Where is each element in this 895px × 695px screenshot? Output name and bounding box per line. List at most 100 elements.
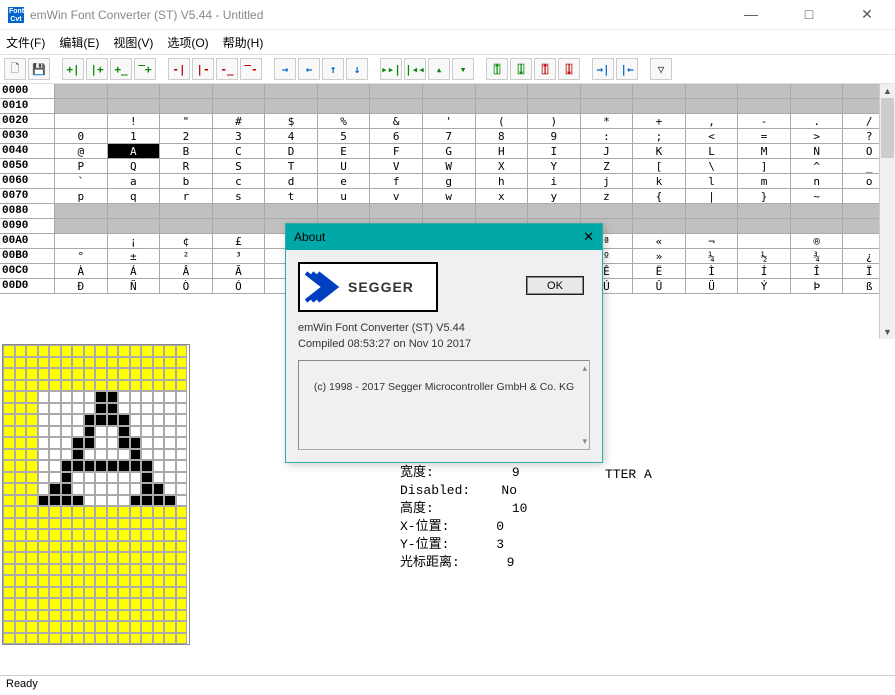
pixel[interactable] xyxy=(153,437,165,449)
pixel[interactable] xyxy=(153,368,165,380)
char-cell[interactable] xyxy=(528,99,581,113)
glyph-editor[interactable] xyxy=(2,344,190,644)
char-cell[interactable] xyxy=(633,84,686,98)
pixel[interactable] xyxy=(164,483,176,495)
delete-right-button[interactable]: |- xyxy=(192,58,214,80)
pixel[interactable] xyxy=(95,345,107,357)
char-cell[interactable] xyxy=(318,84,371,98)
pixel[interactable] xyxy=(26,541,38,553)
pixel[interactable] xyxy=(26,529,38,541)
pixel[interactable] xyxy=(118,403,130,415)
char-cell[interactable]: w xyxy=(423,189,476,203)
char-cell[interactable] xyxy=(791,99,844,113)
pixel[interactable] xyxy=(61,621,73,633)
char-cell[interactable]: X xyxy=(476,159,529,173)
pixel[interactable] xyxy=(118,552,130,564)
char-cell[interactable]: ° xyxy=(55,249,108,263)
char-cell[interactable] xyxy=(738,219,791,233)
pixel[interactable] xyxy=(3,633,15,645)
char-cell[interactable]: h xyxy=(476,174,529,188)
pixel[interactable] xyxy=(26,587,38,599)
pixel[interactable] xyxy=(26,506,38,518)
pixel[interactable] xyxy=(176,449,188,461)
save-button[interactable]: 💾 xyxy=(28,58,50,80)
pixel[interactable] xyxy=(72,449,84,461)
pixel[interactable] xyxy=(49,437,61,449)
pixel[interactable] xyxy=(38,380,50,392)
char-cell[interactable] xyxy=(791,219,844,233)
pixel[interactable] xyxy=(26,426,38,438)
char-cell[interactable]: 4 xyxy=(265,129,318,143)
pixel[interactable] xyxy=(15,564,27,576)
char-cell[interactable]: d xyxy=(265,174,318,188)
pixel[interactable] xyxy=(15,414,27,426)
pixel[interactable] xyxy=(153,552,165,564)
pixel[interactable] xyxy=(26,437,38,449)
pixel[interactable] xyxy=(49,506,61,518)
char-cell[interactable]: P xyxy=(55,159,108,173)
char-cell[interactable]: 3 xyxy=(213,129,266,143)
pixel[interactable] xyxy=(118,518,130,530)
pixel[interactable] xyxy=(176,437,188,449)
char-cell[interactable]: Ý xyxy=(738,279,791,293)
pixel[interactable] xyxy=(141,575,153,587)
pixel[interactable] xyxy=(49,345,61,357)
pixel[interactable] xyxy=(164,506,176,518)
pixel[interactable] xyxy=(49,633,61,645)
pixel[interactable] xyxy=(153,598,165,610)
char-cell[interactable]: % xyxy=(318,114,371,128)
pixel[interactable] xyxy=(95,529,107,541)
pixel[interactable] xyxy=(72,403,84,415)
pixel[interactable] xyxy=(95,368,107,380)
pixel[interactable] xyxy=(38,483,50,495)
pixel[interactable] xyxy=(95,483,107,495)
pixel[interactable] xyxy=(118,564,130,576)
pixel[interactable] xyxy=(141,483,153,495)
baseline-up-button[interactable]: ⍐ xyxy=(486,58,508,80)
char-cell[interactable]: ^ xyxy=(791,159,844,173)
pixel[interactable] xyxy=(61,391,73,403)
pixel[interactable] xyxy=(3,345,15,357)
char-cell[interactable]: E xyxy=(318,144,371,158)
char-cell[interactable] xyxy=(423,204,476,218)
char-cell[interactable]: ¾ xyxy=(791,249,844,263)
char-cell[interactable] xyxy=(738,99,791,113)
char-cell[interactable] xyxy=(791,204,844,218)
pixel[interactable] xyxy=(38,368,50,380)
pixel[interactable] xyxy=(176,587,188,599)
char-cell[interactable]: \ xyxy=(686,159,739,173)
char-cell[interactable]: Ó xyxy=(213,279,266,293)
char-cell[interactable]: ( xyxy=(476,114,529,128)
char-cell[interactable]: 2 xyxy=(160,129,213,143)
pixel[interactable] xyxy=(61,472,73,484)
shift-all-right-button[interactable]: ▸▸| xyxy=(380,58,402,80)
pixel[interactable] xyxy=(107,564,119,576)
pixel[interactable] xyxy=(26,598,38,610)
pixel[interactable] xyxy=(26,357,38,369)
pixel[interactable] xyxy=(164,598,176,610)
pixel[interactable] xyxy=(38,414,50,426)
pixel[interactable] xyxy=(141,437,153,449)
char-cell[interactable]: e xyxy=(318,174,371,188)
pixel[interactable] xyxy=(95,403,107,415)
pixel[interactable] xyxy=(107,460,119,472)
char-cell[interactable]: ² xyxy=(160,249,213,263)
pixel[interactable] xyxy=(95,598,107,610)
pixel[interactable] xyxy=(49,414,61,426)
pixel[interactable] xyxy=(38,426,50,438)
pixel[interactable] xyxy=(26,391,38,403)
pixel[interactable] xyxy=(107,541,119,553)
pixel[interactable] xyxy=(130,403,142,415)
char-cell[interactable] xyxy=(738,84,791,98)
pixel[interactable] xyxy=(176,483,188,495)
pixel[interactable] xyxy=(164,621,176,633)
pixel[interactable] xyxy=(15,610,27,622)
char-cell[interactable]: $ xyxy=(265,114,318,128)
char-cell[interactable]: 0 xyxy=(55,129,108,143)
pixel[interactable] xyxy=(38,575,50,587)
pixel[interactable] xyxy=(84,345,96,357)
pixel[interactable] xyxy=(3,380,15,392)
pixel[interactable] xyxy=(164,495,176,507)
pixel[interactable] xyxy=(164,633,176,645)
pixel[interactable] xyxy=(61,506,73,518)
